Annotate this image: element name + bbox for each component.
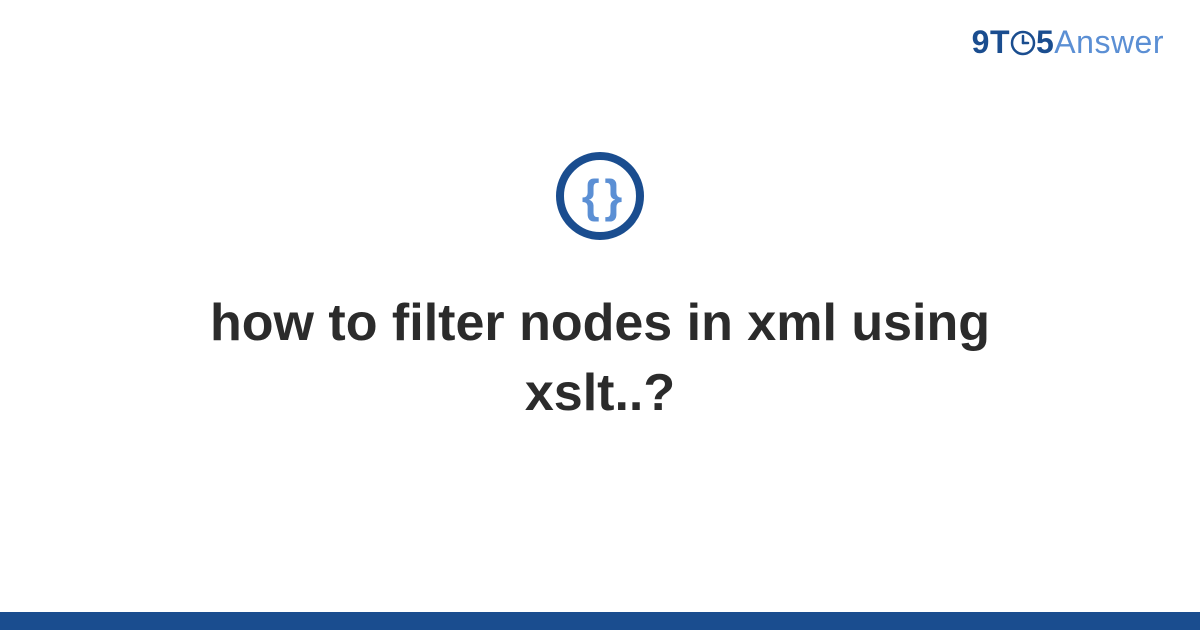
- footer-accent-bar: [0, 612, 1200, 630]
- code-braces-icon: { }: [582, 173, 619, 219]
- page-title: how to filter nodes in xml using xslt..?: [100, 288, 1100, 428]
- topic-icon-circle: { }: [556, 152, 644, 240]
- main-content: { } how to filter nodes in xml using xsl…: [0, 0, 1200, 630]
